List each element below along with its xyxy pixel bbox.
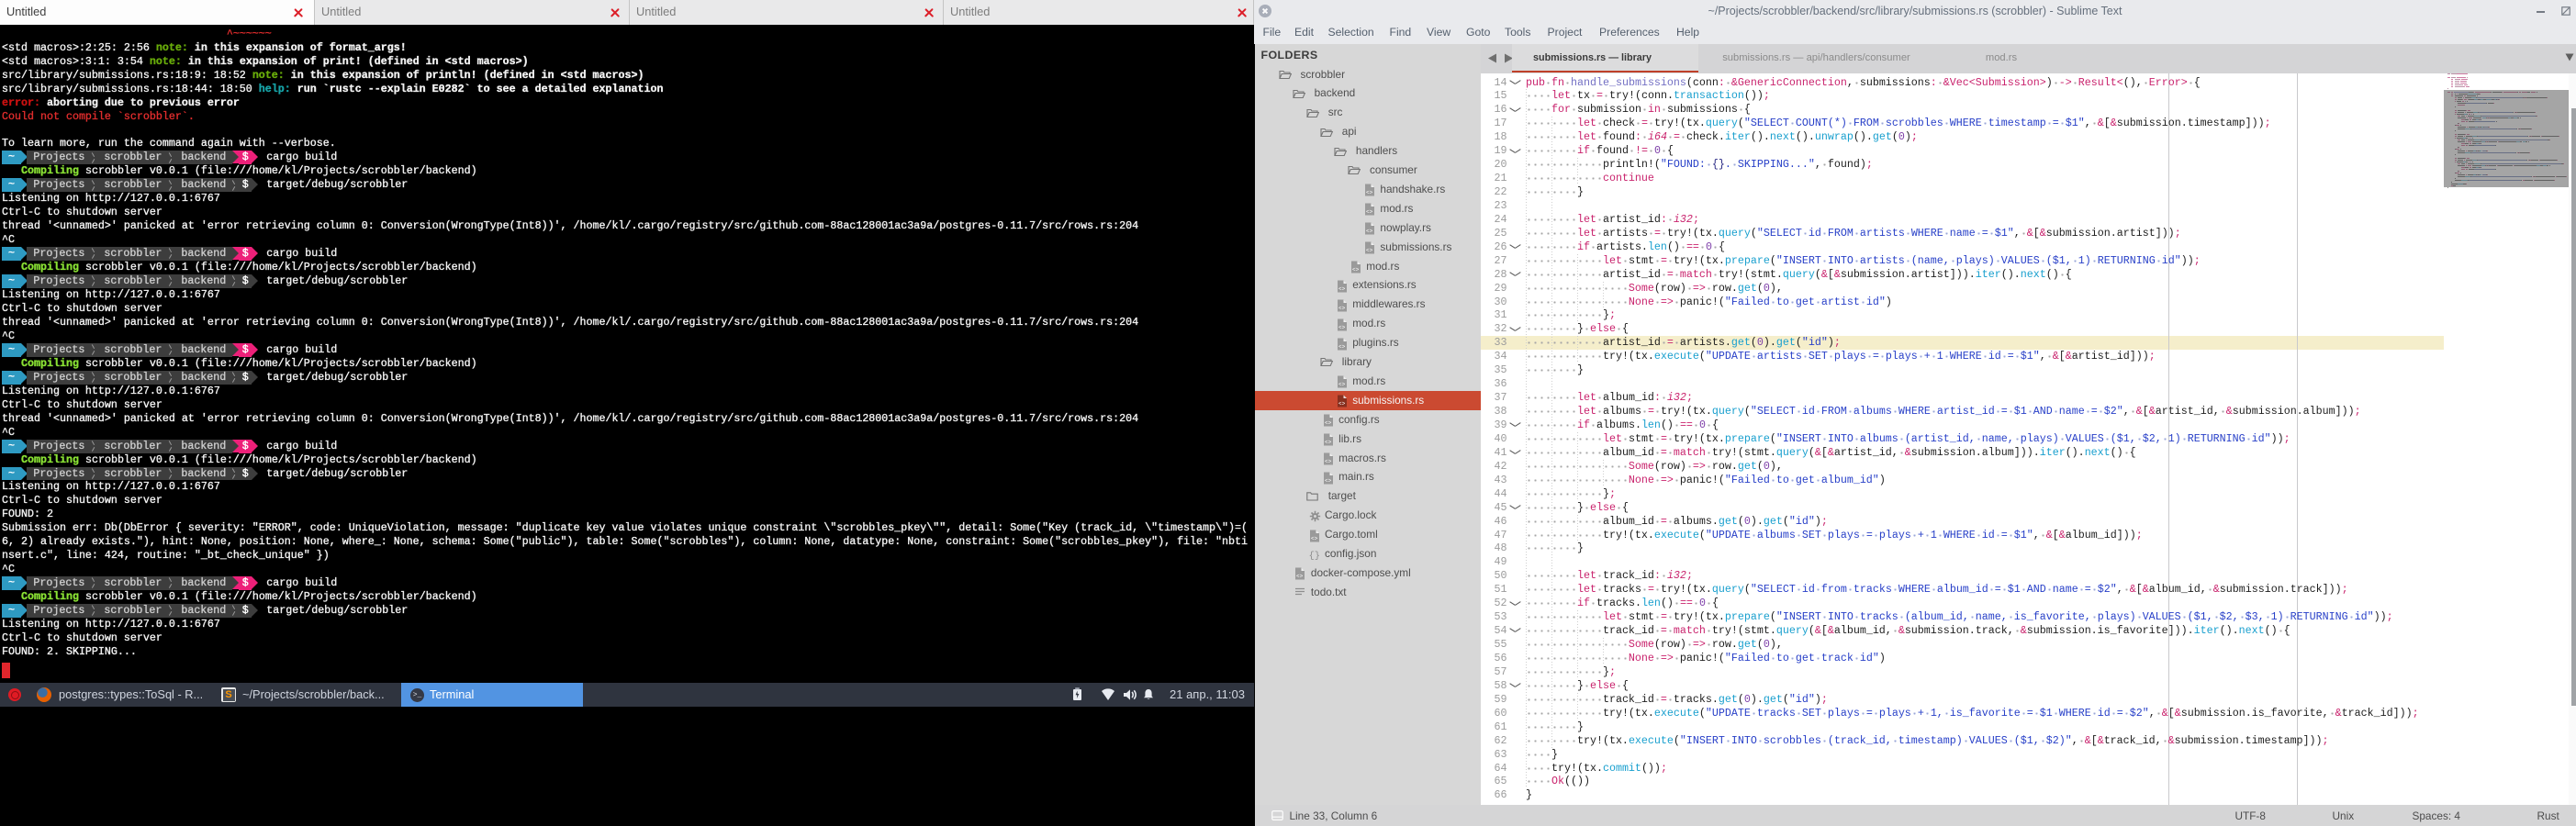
svg-text:<>: <> [1366,229,1373,235]
svg-text:<>: <> [1338,401,1346,407]
svg-text:<>: <> [1296,574,1304,580]
svg-text:<>: <> [1325,458,1332,464]
svg-text:<>: <> [1338,382,1346,388]
svg-text:<>: <> [1338,305,1346,311]
svg-text:<>: <> [1338,285,1346,292]
svg-text:<>: <> [1338,343,1346,350]
svg-text:<>: <> [1366,209,1373,216]
svg-text:<>: <> [1366,248,1373,254]
svg-text:<>: <> [1366,190,1373,196]
svg-text:<>: <> [1352,266,1360,273]
svg-text:<>: <> [1338,324,1346,330]
svg-text:<>: <> [1325,477,1332,484]
svg-text:<>: <> [1325,420,1332,427]
svg-text:<>: <> [1325,440,1332,446]
svg-text:<>: <> [1311,535,1318,541]
